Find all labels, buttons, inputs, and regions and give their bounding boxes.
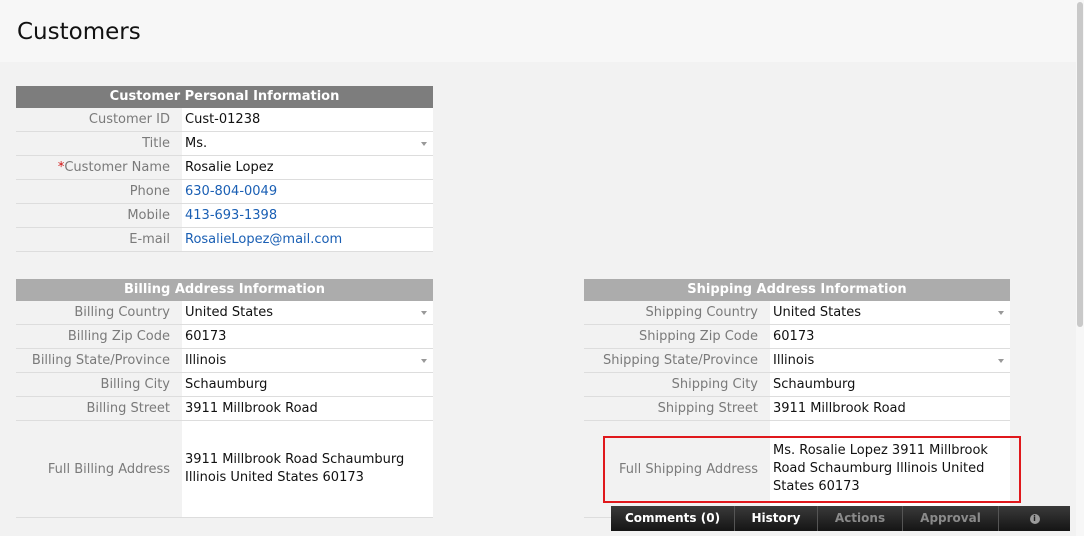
billing-state-value: Illinois bbox=[185, 353, 227, 368]
field-label: Shipping City bbox=[584, 373, 770, 396]
section-header: Customer Personal Information bbox=[16, 86, 433, 108]
chevron-down-icon[interactable] bbox=[998, 311, 1004, 315]
field-row-shipping-state: Shipping State/Province Illinois bbox=[584, 349, 1010, 373]
field-row-customer-id: Customer ID Cust-01238 bbox=[16, 108, 433, 132]
title-select[interactable]: Ms. bbox=[182, 132, 433, 155]
field-row-billing-country: Billing Country United States bbox=[16, 301, 433, 325]
highlight-box bbox=[603, 436, 1021, 503]
shipping-city-field[interactable]: Schaumburg bbox=[770, 373, 1010, 396]
field-label: Full Billing Address bbox=[16, 421, 182, 517]
personal-info-section: Customer Personal Information Customer I… bbox=[16, 86, 433, 252]
section-header: Billing Address Information bbox=[16, 279, 433, 301]
chevron-down-icon[interactable] bbox=[421, 142, 427, 146]
shipping-state-value: Illinois bbox=[773, 353, 815, 368]
field-label: Shipping State/Province bbox=[584, 349, 770, 372]
tab-history[interactable]: History bbox=[735, 506, 818, 531]
chevron-down-icon[interactable] bbox=[998, 359, 1004, 363]
field-row-shipping-country: Shipping Country United States bbox=[584, 301, 1010, 325]
field-row-customer-name: *Customer Name Rosalie Lopez bbox=[16, 156, 433, 180]
shipping-zip-field[interactable]: 60173 bbox=[770, 325, 1010, 348]
phone-link[interactable]: 630-804-0049 bbox=[182, 180, 433, 203]
shipping-street-field[interactable]: 3911 Millbrook Road bbox=[770, 397, 1010, 420]
field-label: Customer ID bbox=[16, 108, 182, 131]
field-label: Billing Street bbox=[16, 397, 182, 420]
tab-approval[interactable]: Approval bbox=[903, 506, 999, 531]
field-label-text: Customer Name bbox=[64, 160, 170, 175]
field-label: E-mail bbox=[16, 228, 182, 251]
field-label: *Customer Name bbox=[16, 156, 182, 179]
field-label: Billing Country bbox=[16, 301, 182, 324]
bottom-tab-bar: Comments (0) History Actions Approval i bbox=[611, 506, 1070, 531]
field-row-title: Title Ms. bbox=[16, 132, 433, 156]
chevron-down-icon[interactable] bbox=[421, 359, 427, 363]
field-row-phone: Phone 630-804-0049 bbox=[16, 180, 433, 204]
field-label: Billing Zip Code bbox=[16, 325, 182, 348]
chevron-down-icon[interactable] bbox=[421, 311, 427, 315]
field-label: Billing State/Province bbox=[16, 349, 182, 372]
field-row-billing-zip: Billing Zip Code 60173 bbox=[16, 325, 433, 349]
shipping-country-value: United States bbox=[773, 305, 862, 320]
tab-comments[interactable]: Comments (0) bbox=[611, 506, 735, 531]
mobile-link[interactable]: 413-693-1398 bbox=[182, 204, 433, 227]
field-row-shipping-zip: Shipping Zip Code 60173 bbox=[584, 325, 1010, 349]
tab-actions[interactable]: Actions bbox=[818, 506, 903, 531]
field-label: Title bbox=[16, 132, 182, 155]
field-label: Shipping Zip Code bbox=[584, 325, 770, 348]
field-label: Shipping Street bbox=[584, 397, 770, 420]
field-row-shipping-city: Shipping City Schaumburg bbox=[584, 373, 1010, 397]
field-row-billing-street: Billing Street 3911 Millbrook Road bbox=[16, 397, 433, 421]
field-row-billing-city: Billing City Schaumburg bbox=[16, 373, 433, 397]
field-row-mobile: Mobile 413-693-1398 bbox=[16, 204, 433, 228]
field-label: Mobile bbox=[16, 204, 182, 227]
field-label: Phone bbox=[16, 180, 182, 203]
title-select-value: Ms. bbox=[185, 136, 208, 151]
vertical-scrollbar[interactable] bbox=[1076, 0, 1084, 536]
billing-street-field[interactable]: 3911 Millbrook Road bbox=[182, 397, 433, 420]
shipping-country-select[interactable]: United States bbox=[770, 301, 1010, 324]
full-billing-address-field[interactable]: 3911 Millbrook Road Schaumburg Illinois … bbox=[182, 421, 433, 517]
field-row-full-billing-address: Full Billing Address 3911 Millbrook Road… bbox=[16, 421, 433, 518]
customer-name-field[interactable]: Rosalie Lopez bbox=[182, 156, 433, 179]
field-row-shipping-street: Shipping Street 3911 Millbrook Road bbox=[584, 397, 1010, 421]
full-billing-address-text: 3911 Millbrook Road Schaumburg Illinois … bbox=[185, 452, 405, 485]
page-title: Customers bbox=[17, 19, 141, 45]
field-label: Shipping Country bbox=[584, 301, 770, 324]
page-header: Customers bbox=[0, 0, 1076, 62]
shipping-state-select[interactable]: Illinois bbox=[770, 349, 1010, 372]
billing-city-field[interactable]: Schaumburg bbox=[182, 373, 433, 396]
field-row-billing-state: Billing State/Province Illinois bbox=[16, 349, 433, 373]
billing-country-value: United States bbox=[185, 305, 274, 320]
billing-address-section: Billing Address Information Billing Coun… bbox=[16, 279, 433, 518]
customer-id-field[interactable]: Cust-01238 bbox=[182, 108, 433, 131]
field-label: Billing City bbox=[16, 373, 182, 396]
tab-info[interactable]: i bbox=[999, 506, 1070, 531]
billing-zip-field[interactable]: 60173 bbox=[182, 325, 433, 348]
field-row-email: E-mail RosalieLopez@mail.com bbox=[16, 228, 433, 252]
billing-country-select[interactable]: United States bbox=[182, 301, 433, 324]
info-icon: i bbox=[1029, 513, 1040, 524]
email-link[interactable]: RosalieLopez@mail.com bbox=[182, 228, 433, 251]
scrollbar-thumb[interactable] bbox=[1077, 2, 1083, 327]
section-header: Shipping Address Information bbox=[584, 279, 1010, 301]
billing-state-select[interactable]: Illinois bbox=[182, 349, 433, 372]
